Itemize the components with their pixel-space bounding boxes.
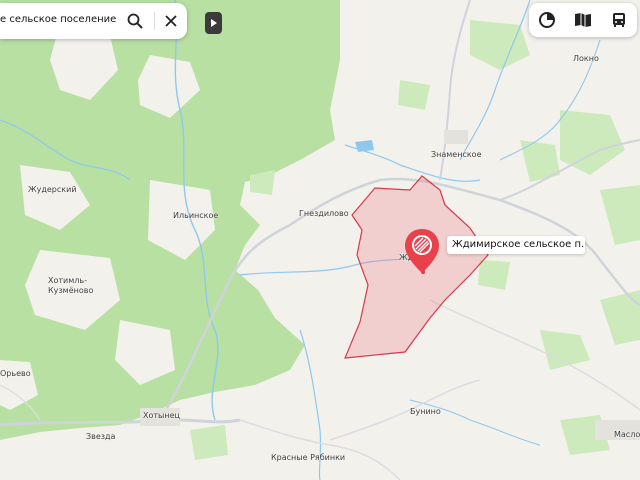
chevron-right-icon[interactable] [205, 12, 222, 34]
place-label: Орьево [0, 369, 31, 378]
place-label: Локно [573, 54, 599, 63]
search-box: е сельское поселение [0, 3, 187, 39]
search-icon[interactable] [123, 9, 147, 33]
map-book-icon[interactable] [572, 9, 594, 31]
place-label: Масло [614, 430, 640, 439]
transit-bus-icon[interactable] [608, 9, 630, 31]
place-label: Гнездилово [299, 209, 349, 218]
layers-icon[interactable] [536, 9, 558, 31]
place-label: Бунино [410, 407, 441, 416]
forest-patch [190, 425, 228, 460]
pond [355, 140, 374, 152]
forest-patch [478, 260, 510, 290]
place-label: Знаменское [431, 150, 482, 159]
locality-pin-icon[interactable] [403, 227, 441, 275]
search-divider [154, 12, 155, 30]
settlement-block [444, 130, 468, 144]
place-label: Хотимль- Кузмёново [48, 276, 94, 295]
place-label: Хотынец [143, 411, 180, 420]
map-toolbar [529, 3, 637, 37]
search-input[interactable]: е сельское поселение [0, 14, 118, 25]
selected-place-label[interactable]: Ждимирское сельское п... [447, 236, 585, 254]
forest-patch [398, 80, 430, 110]
close-icon[interactable] [159, 9, 183, 33]
place-label: Красные Рябинки [271, 453, 346, 462]
place-label: Звезда [86, 432, 116, 441]
place-label: Ильинское [173, 211, 219, 220]
place-label: Жудерский [28, 185, 77, 194]
